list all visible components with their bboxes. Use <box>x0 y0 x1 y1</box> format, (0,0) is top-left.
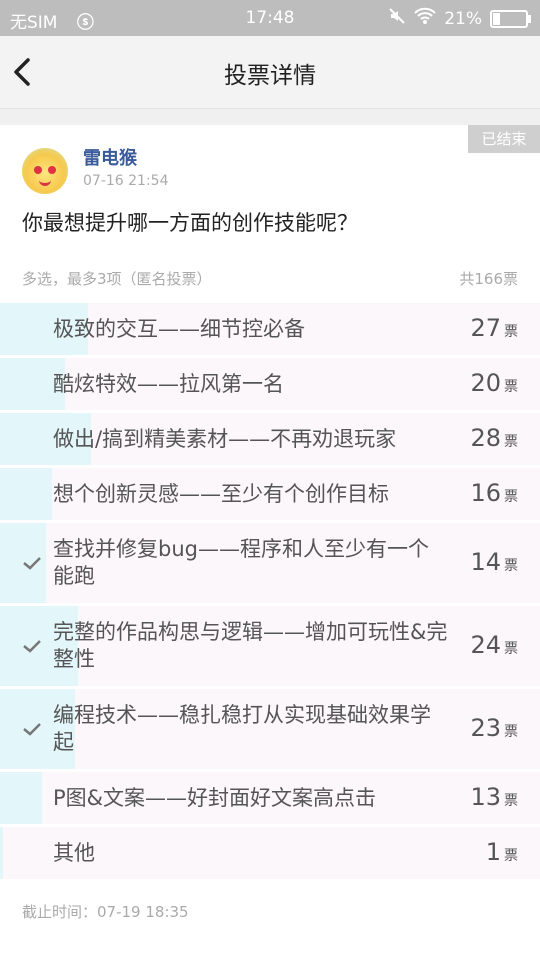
vote-option-count: 20 票 <box>470 369 518 397</box>
check-icon <box>23 640 41 653</box>
avatar-eye <box>48 166 56 174</box>
vote-option: 酷炫特效——拉风第一名 20 票 <box>0 358 540 410</box>
mute-icon <box>388 7 406 30</box>
vote-count-unit: 票 <box>504 379 518 395</box>
vote-option: 编程技术——稳扎稳打从实现基础效果学起 23 票 <box>0 689 540 769</box>
vote-count-number: 14 <box>470 548 501 576</box>
vote-progress-bar <box>0 468 53 520</box>
vote-count-number: 13 <box>470 783 501 811</box>
vote-option-count: 23 票 <box>470 714 518 742</box>
vote-count-number: 16 <box>470 479 501 507</box>
vote-count-unit: 票 <box>504 558 518 574</box>
vote-option-label: 酷炫特效——拉风第一名 <box>53 371 284 396</box>
vote-option-label: 查找并修复bug——程序和人至少有一个能跑 <box>53 537 429 588</box>
vote-option-label: 极致的交互——细节控必备 <box>53 316 305 341</box>
status-bar: 无SIM ⓢ 17:48 21% <box>0 0 540 36</box>
vote-option-count: 24 票 <box>470 631 518 659</box>
vote-count-unit: 票 <box>504 434 518 450</box>
avatar[interactable] <box>22 148 68 194</box>
vote-option: 完整的作品构思与逻辑——增加可玩性&完整性 24 票 <box>0 606 540 686</box>
vote-question: 你最想提升哪一方面的创作技能呢？ <box>22 211 358 235</box>
vote-count-number: 27 <box>470 314 501 342</box>
vote-option: 其他 1 票 <box>0 827 540 879</box>
vote-count-number: 24 <box>470 631 501 659</box>
vote-option-count: 13 票 <box>470 783 518 811</box>
vote-count-unit: 票 <box>504 724 518 740</box>
avatar-eye <box>34 166 42 174</box>
vote-option-count: 16 票 <box>470 479 518 507</box>
ended-badge: 已结束 <box>468 125 540 153</box>
section-divider <box>0 109 540 125</box>
vote-option-label: 想个创新灵感——至少有个创作目标 <box>53 481 389 506</box>
vote-count-number: 20 <box>470 369 501 397</box>
vote-deadline: 截止时间：07-19 18:35 <box>22 903 189 921</box>
vote-progress-bar <box>0 827 4 879</box>
vote-option: P图&文案——好封面好文案高点击 13 票 <box>0 772 540 824</box>
battery-percent: 21% <box>444 8 482 29</box>
vote-option: 做出/搞到精美素材——不再劝退玩家 28 票 <box>0 413 540 465</box>
vote-count-unit: 票 <box>504 641 518 657</box>
post-time: 07-16 21:54 <box>83 173 169 189</box>
username[interactable]: 雷电猴 <box>83 144 137 170</box>
vote-option-label: 其他 <box>53 840 95 865</box>
vote-count-number: 28 <box>470 424 501 452</box>
vote-option-count: 28 票 <box>470 424 518 452</box>
vote-option-label: 做出/搞到精美素材——不再劝退玩家 <box>53 426 397 451</box>
vote-mode: 多选，最多3项（匿名投票） <box>22 270 212 288</box>
check-icon <box>23 723 41 736</box>
vote-option-count: 27 票 <box>470 314 518 342</box>
vote-total: 共166票 <box>459 270 518 288</box>
vote-option: 极致的交互——细节控必备 27 票 <box>0 303 540 355</box>
vote-option-label: 编程技术——稳扎稳打从实现基础效果学起 <box>53 703 431 754</box>
check-icon <box>23 557 41 570</box>
vote-meta: 多选，最多3项（匿名投票） 共166票 <box>22 268 518 289</box>
vote-progress-bar <box>0 772 43 824</box>
vote-count-number: 23 <box>470 714 501 742</box>
wifi-icon <box>414 7 436 30</box>
vote-option-count: 14 票 <box>470 548 518 576</box>
vote-count-unit: 票 <box>504 489 518 505</box>
vote-count-unit: 票 <box>504 793 518 809</box>
battery-charging-icon <box>490 9 531 28</box>
vote-option-count: 1票 <box>486 838 518 866</box>
nav-bar: 投票详情 <box>0 36 540 109</box>
vote-option-label: 完整的作品构思与逻辑——增加可玩性&完整性 <box>53 620 448 671</box>
vote-option: 查找并修复bug——程序和人至少有一个能跑 14 票 <box>0 523 540 603</box>
vote-count-unit: 票 <box>504 324 518 340</box>
avatar-mouth <box>39 177 51 186</box>
vote-option-label: P图&文案——好封面好文案高点击 <box>53 785 377 810</box>
vote-option: 想个创新灵感——至少有个创作目标 16 票 <box>0 468 540 520</box>
page-title: 投票详情 <box>224 63 316 89</box>
vote-count-number: 1 <box>485 838 501 866</box>
vote-count-unit: 票 <box>504 848 518 864</box>
